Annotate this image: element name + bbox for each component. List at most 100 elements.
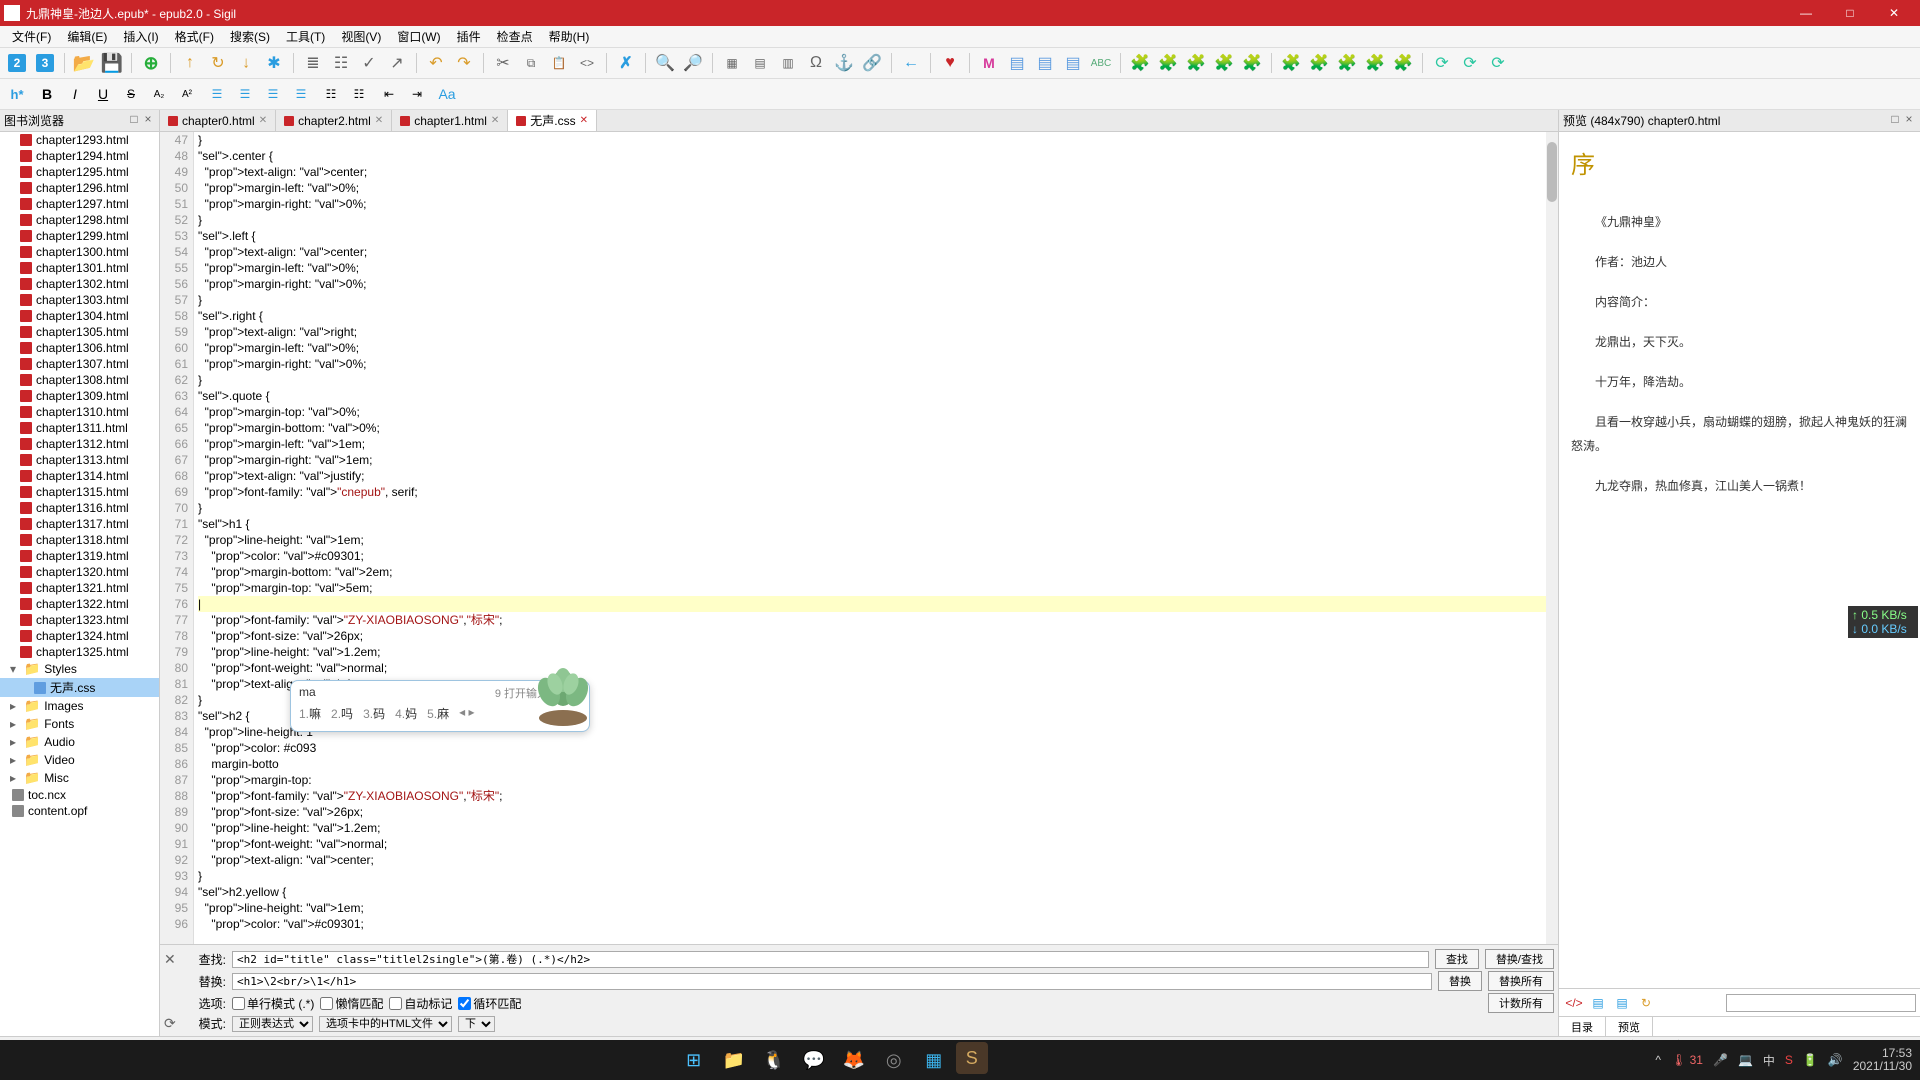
menu-item[interactable]: 文件(F) (4, 26, 59, 47)
anchor-button[interactable]: ⚓ (831, 50, 857, 76)
file-item[interactable]: toc.ncx (0, 787, 159, 803)
down-button[interactable]: ↑ (233, 50, 259, 76)
sup-button[interactable]: A² (174, 81, 200, 107)
menu-item[interactable]: 编辑(E) (59, 26, 115, 47)
indent-button[interactable]: ⇥ (404, 81, 430, 107)
ime-page-arrows[interactable]: ◂ ▸ (459, 705, 474, 722)
opt-wrap[interactable] (458, 997, 471, 1010)
folder-item[interactable]: ▸📁Images (0, 697, 159, 715)
redo-button[interactable]: ↷ (451, 50, 477, 76)
search-restart-icon[interactable]: ⟳ (164, 1015, 180, 1032)
file-item[interactable]: chapter1321.html (0, 580, 159, 596)
file-item[interactable]: chapter1308.html (0, 372, 159, 388)
preview-code-icon[interactable]: </> (1563, 992, 1585, 1014)
tray-s-icon[interactable]: S (1785, 1053, 1793, 1067)
grid3-button[interactable]: ▥ (775, 50, 801, 76)
maximize-button[interactable]: □ (1828, 0, 1872, 26)
find-button[interactable]: 查找 (1435, 949, 1479, 969)
editor-tab[interactable]: chapter0.html✕ (160, 110, 276, 131)
pane-float-icon[interactable]: □ (127, 112, 141, 129)
file-item[interactable]: chapter1324.html (0, 628, 159, 644)
outdent-button[interactable]: ⇤ (376, 81, 402, 107)
file-item[interactable]: chapter1320.html (0, 564, 159, 580)
menu-item[interactable]: 搜索(S) (222, 26, 278, 47)
tray-chevron-icon[interactable]: ^ (1655, 1053, 1661, 1067)
preview-view2-icon[interactable]: ▤ (1611, 992, 1633, 1014)
folder-item[interactable]: ▸📁Misc (0, 769, 159, 787)
taskbar-clock[interactable]: 17:53 2021/11/30 (1853, 1047, 1912, 1073)
ime-popup[interactable]: ma 9 打开输入工具箱 1.嘛2.吗3.码4.妈5.麻◂ ▸ (290, 680, 590, 732)
list-ul-button[interactable]: ☷ (318, 81, 344, 107)
editor-tab[interactable]: chapter1.html✕ (392, 110, 508, 131)
undo-button[interactable]: ↶ (423, 50, 449, 76)
preview-float-icon[interactable]: □ (1888, 112, 1902, 129)
align-left-button[interactable]: ☰ (204, 81, 230, 107)
plugin-10[interactable]: 🧩 (1390, 50, 1416, 76)
firefox-icon[interactable]: 🦊 (836, 1042, 872, 1078)
t2-button[interactable]: ⟳ (1457, 50, 1483, 76)
menu-item[interactable]: 窗口(W) (389, 26, 448, 47)
plugin-3[interactable]: 🧩 (1183, 50, 1209, 76)
explorer-icon[interactable]: 📁 (716, 1042, 752, 1078)
file-item[interactable]: chapter1318.html (0, 532, 159, 548)
file-item[interactable]: chapter1303.html (0, 292, 159, 308)
plugin-7[interactable]: 🧩 (1306, 50, 1332, 76)
preview-view1-icon[interactable]: ▤ (1587, 992, 1609, 1014)
preview-url-input[interactable] (1726, 994, 1916, 1012)
file-item[interactable]: chapter1315.html (0, 484, 159, 500)
x-button[interactable]: ✗ (613, 50, 639, 76)
code-scrollbar[interactable] (1546, 132, 1558, 944)
plugin-2[interactable]: 🧩 (1155, 50, 1181, 76)
file-item[interactable]: chapter1312.html (0, 436, 159, 452)
minimize-button[interactable]: — (1784, 0, 1828, 26)
file-item[interactable]: chapter1300.html (0, 244, 159, 260)
ime-candidate[interactable]: 4.妈 (395, 705, 417, 722)
file-item[interactable]: chapter1305.html (0, 324, 159, 340)
file-item[interactable]: chapter1294.html (0, 148, 159, 164)
tray-battery-icon[interactable]: 🔋 (1803, 1053, 1818, 1067)
underline-button[interactable]: U (90, 81, 116, 107)
file-item[interactable]: chapter1310.html (0, 404, 159, 420)
abc-button[interactable]: ABC (1088, 50, 1114, 76)
code-editor[interactable]: 4748495051525354555657585960616263646566… (160, 132, 1558, 944)
file-item[interactable]: chapter1325.html (0, 644, 159, 660)
heading-button[interactable]: h* (4, 81, 30, 107)
back-button[interactable]: ← (898, 50, 924, 76)
file-item[interactable]: chapter1314.html (0, 468, 159, 484)
open-button[interactable]: 📂 (71, 50, 97, 76)
align-center-button[interactable]: ☰ (232, 81, 258, 107)
start-button[interactable]: ⊞ (676, 1042, 712, 1078)
system-tray[interactable]: ^ 🌡 31 🎤 💻 中 S 🔋 🔊 17:53 2021/11/30 (1655, 1047, 1912, 1073)
scope-select[interactable]: 选项卡中的HTML文件 (319, 1016, 452, 1032)
search-close-icon[interactable]: ✕ (164, 951, 180, 968)
add-button[interactable]: ⊕ (138, 50, 164, 76)
heart-button[interactable]: ♥ (937, 50, 963, 76)
m2-button[interactable]: ▤ (1004, 50, 1030, 76)
plugin-5[interactable]: 🧩 (1239, 50, 1265, 76)
sub-button[interactable]: A₂ (146, 81, 172, 107)
plugin-1[interactable]: 🧩 (1127, 50, 1153, 76)
menu-item[interactable]: 插件 (449, 26, 489, 47)
obs-icon[interactable]: ◎ (876, 1042, 912, 1078)
file-item[interactable]: chapter1323.html (0, 612, 159, 628)
file-item[interactable]: chapter1302.html (0, 276, 159, 292)
folder-item[interactable]: ▾📁Styles (0, 660, 159, 678)
m3-button[interactable]: ▤ (1032, 50, 1058, 76)
opt-dotall[interactable] (232, 997, 245, 1010)
ime-candidate[interactable]: 5.麻 (427, 705, 449, 722)
file-item[interactable]: chapter1319.html (0, 548, 159, 564)
plugin-8[interactable]: 🧩 (1334, 50, 1360, 76)
save-button[interactable]: 💾 (99, 50, 125, 76)
zoom-out-button[interactable]: 🔍 (652, 50, 678, 76)
preview-content[interactable]: 序 《九鼎神皇》作者：池边人内容简介：龙鼎出，天下灭。十万年，降浩劫。且看一枚穿… (1559, 132, 1920, 988)
folder-item[interactable]: ▸📁Video (0, 751, 159, 769)
file-item[interactable]: chapter1293.html (0, 132, 159, 148)
new-epub3-button[interactable]: 3 (32, 50, 58, 76)
replace-button[interactable]: 替换 (1438, 971, 1482, 991)
zoom-in-button[interactable]: 🔎 (680, 50, 706, 76)
refresh-button[interactable]: ↻ (205, 50, 231, 76)
new-epub2-button[interactable]: 2 (4, 50, 30, 76)
file-item[interactable]: chapter1306.html (0, 340, 159, 356)
mode-select[interactable]: 正则表达式 (232, 1016, 313, 1032)
link-button[interactable]: 🔗 (859, 50, 885, 76)
